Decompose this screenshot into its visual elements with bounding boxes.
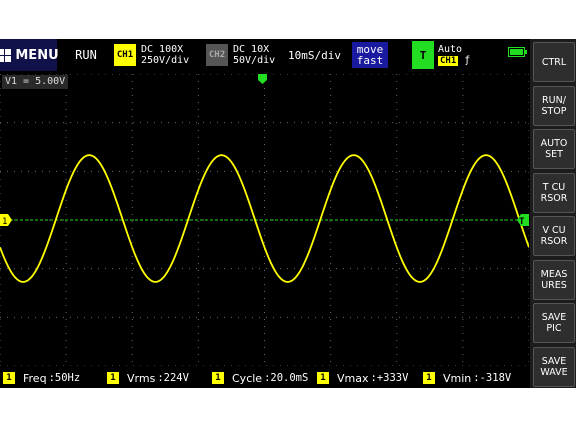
measurement-bar: 1 Freq:50Hz 1 Vrms:224V 1 Cycle:20.0mS 1 Vmax:+… [0,368,530,388]
measure-label: Cycle [232,371,263,385]
ch2-badge: CH2 [206,44,228,66]
ch1-scale: 250V/div [141,55,190,66]
measure-value: :-318V [473,372,512,384]
menu-label: MENU [15,47,59,63]
trigger-marker-label: T [519,217,525,227]
ch2-scale: 50V/div [233,55,276,66]
ch2-coupling: DC 10X [233,44,270,55]
trigger-channel: CH1 [438,55,459,66]
t-cursor-button[interactable]: T CU RSOR [533,172,575,213]
battery-icon [508,47,527,57]
measure-value: :50Hz [48,372,81,384]
trigger-settings[interactable]: Auto CH1 ƒ [438,39,470,71]
move-mode-line2: fast [356,54,384,67]
save-wave-button[interactable]: SAVE WAVE [533,346,575,387]
side-button-panel: CTRL RUN/ STOP AUTO SET T CU RSOR V CU RSOR M… [530,39,576,388]
measure-cycle[interactable]: 1 Cycle:20.0mS [212,371,308,385]
trigger-mode: Auto [438,43,463,55]
run-stop-button[interactable]: RUN/ STOP [533,85,575,126]
ch1-settings[interactable]: CH1 DC 100X 250V/div [114,39,189,71]
run-status: RUN [75,47,97,62]
save-pic-button[interactable]: SAVE PIC [533,303,575,343]
waveform-plot: 1 T [0,74,529,366]
measure-vmax[interactable]: 1 Vmax:+333V [317,371,408,385]
plot-grid [0,74,529,366]
menu-button[interactable]: MENU [0,39,59,71]
v1-cursor-readout: V1 = 5.00V [2,75,69,89]
measure-label: Freq [23,371,47,385]
ctrl-button[interactable]: CTRL [533,42,575,82]
trigger-edge-icon: ƒ [464,54,471,66]
auto-set-button[interactable]: AUTO SET [533,129,575,169]
measure-freq[interactable]: 1 Freq:50Hz [3,371,80,385]
ch1-level-marker: 1 [0,214,12,227]
ch2-settings[interactable]: CH2 DC 10X 50V/div [206,39,275,71]
measure-channel-badge: 1 [3,372,15,384]
menu-grid-icon [0,48,12,62]
ch1-badge: CH1 [114,44,136,66]
move-mode-button[interactable]: move fast [352,42,388,68]
measure-channel-badge: 1 [212,372,224,384]
measure-label: Vmin [443,371,472,385]
timebase[interactable]: 10mS/div [288,39,341,71]
measure-value: :20.0mS [264,372,309,384]
measures-button[interactable]: MEAS URES [533,259,575,300]
measure-channel-badge: 1 [317,372,329,384]
trigger-position-marker [258,74,267,84]
v-cursor-button[interactable]: V CU RSOR [533,216,575,256]
measure-label: Vrms [127,371,156,385]
measure-label: Vmax [337,371,369,385]
ch1-waveform [0,154,529,283]
trigger-button[interactable]: T [412,41,434,69]
measure-vmin[interactable]: 1 Vmin:-318V [423,371,511,385]
measure-channel-badge: 1 [107,372,119,384]
measure-value: :224V [157,372,189,384]
top-bar: MENU RUN CH1 DC 100X 250V/div CH2 DC 10X 5… [0,39,530,71]
ch1-marker-label: 1 [2,217,7,227]
measure-value: :+333V [370,372,409,384]
measure-vrms[interactable]: 1 Vrms:224V [107,371,189,385]
measure-channel-badge: 1 [423,372,435,384]
ch1-coupling: DC 100X [141,44,184,55]
